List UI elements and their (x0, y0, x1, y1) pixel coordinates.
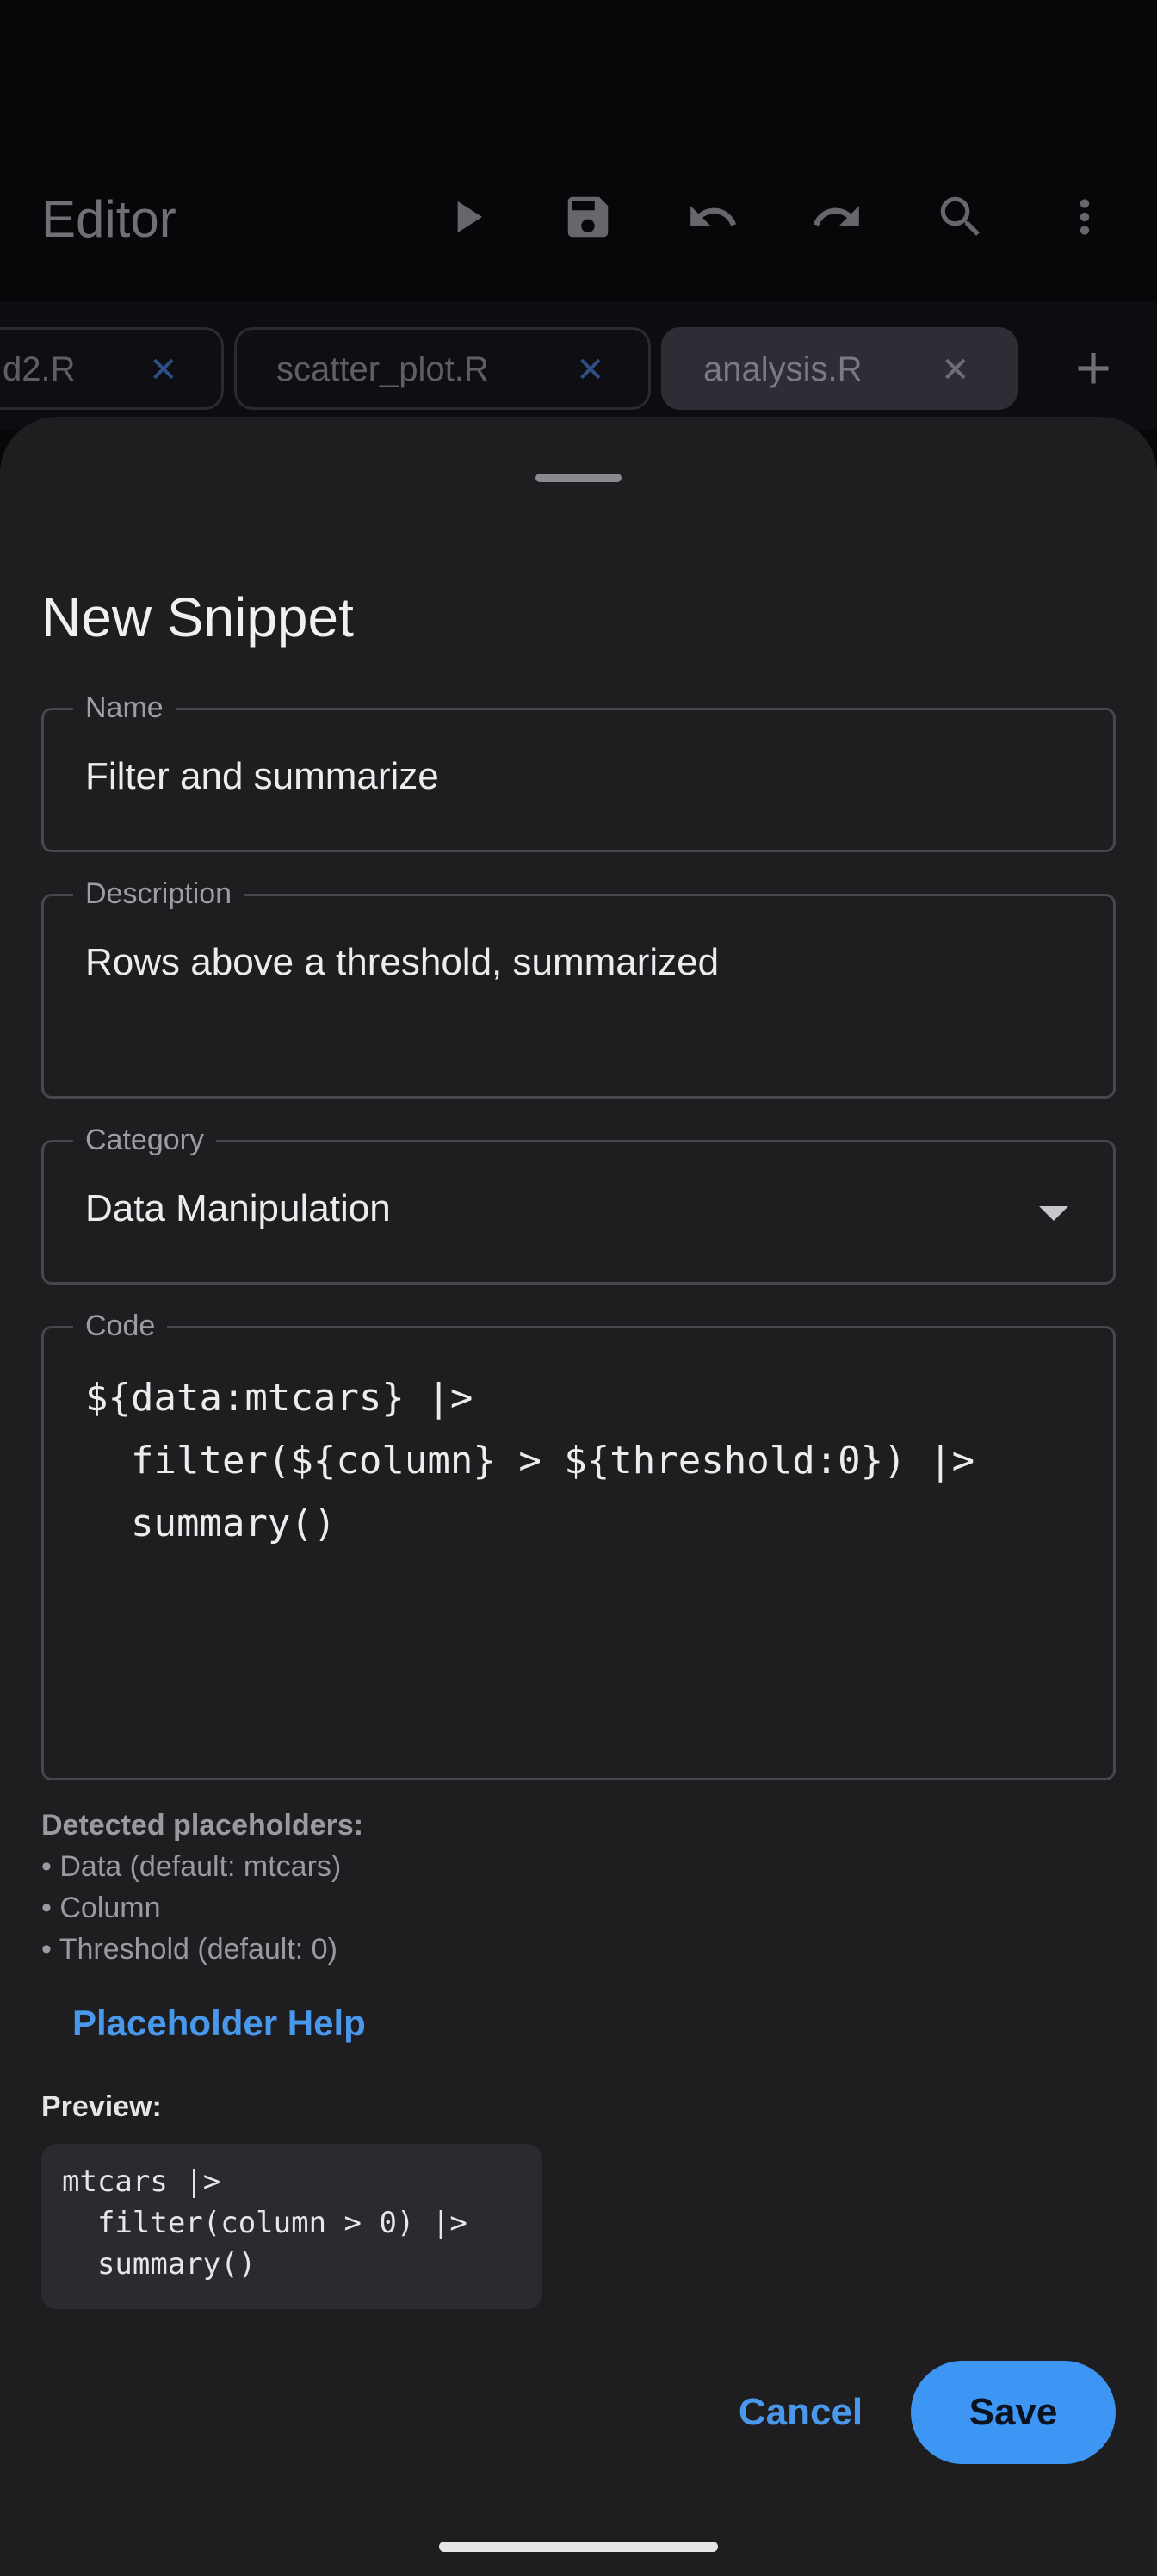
placeholder-item: • Data (default: mtcars) (41, 1850, 342, 1883)
add-tab-icon[interactable]: + (1059, 327, 1128, 410)
category-field-value[interactable]: Data Manipulation (85, 1187, 391, 1230)
close-icon[interactable]: ✕ (149, 350, 178, 390)
tab-d2[interactable]: d2.R ✕ (0, 327, 224, 410)
undo-icon[interactable] (678, 183, 747, 251)
category-dropdown[interactable]: Category Data Manipulation (41, 1118, 1116, 1285)
redo-icon[interactable] (802, 183, 871, 251)
tab-label: analysis.R (703, 350, 863, 388)
code-field-label: Code (73, 1304, 168, 1347)
placeholder-item: • Threshold (default: 0) (41, 1933, 337, 1966)
tab-analysis[interactable]: analysis.R ✕ (661, 327, 1018, 410)
top-app-bar: Editor (0, 138, 1157, 301)
description-field-value[interactable]: Rows above a threshold, summarized (85, 941, 719, 984)
play-icon[interactable] (432, 183, 501, 251)
search-icon[interactable] (926, 183, 995, 251)
app-title: Editor (41, 190, 176, 248)
close-icon[interactable]: ✕ (576, 350, 605, 390)
preview-code: mtcars |> filter(column > 0) |> summary(… (62, 2161, 467, 2285)
cancel-button[interactable]: Cancel (728, 2361, 873, 2464)
sheet-title: New Snippet (41, 586, 354, 648)
placeholder-item: • Column (41, 1892, 161, 1924)
new-snippet-sheet: New Snippet Name Filter and summarize De… (0, 417, 1157, 2576)
code-editor[interactable]: ${data:mtcars} |> filter(${column} > ${t… (85, 1366, 974, 1555)
preview-line: filter(column > 0) |> (62, 2206, 467, 2240)
code-line: filter(${column} > ${threshold:0}) |> (85, 1439, 975, 1483)
description-field[interactable]: Description Rows above a threshold, summ… (41, 872, 1116, 1099)
detected-placeholders: Detected placeholders: • Data (default: … (41, 1805, 363, 1970)
description-field-label: Description (73, 872, 244, 915)
code-line: summary() (85, 1502, 337, 1545)
code-line: ${data:mtcars} |> (85, 1376, 473, 1420)
save-button[interactable]: Save (911, 2361, 1116, 2464)
preview-box: mtcars |> filter(column > 0) |> summary(… (41, 2144, 542, 2309)
name-field-value[interactable]: Filter and summarize (85, 755, 439, 798)
category-field-label: Category (73, 1118, 216, 1161)
preview-label: Preview: (41, 2090, 162, 2123)
code-field[interactable]: Code ${data:mtcars} |> filter(${column} … (41, 1304, 1116, 1780)
save-icon[interactable] (554, 183, 622, 251)
preview-line: summary() (62, 2247, 257, 2282)
close-icon[interactable]: ✕ (941, 350, 970, 390)
name-field-label: Name (73, 686, 176, 729)
name-field[interactable]: Name Filter and summarize (41, 686, 1116, 852)
preview-line: mtcars |> (62, 2164, 221, 2199)
file-tabs: d2.R ✕ scatter_plot.R ✕ analysis.R ✕ + (0, 301, 1157, 430)
home-indicator[interactable] (439, 2542, 718, 2552)
detected-header: Detected placeholders: (41, 1809, 364, 1842)
tab-label: d2.R (3, 350, 76, 388)
placeholder-help-link[interactable]: Placeholder Help (72, 2003, 366, 2044)
more-vert-icon[interactable] (1050, 183, 1119, 251)
drag-handle[interactable] (535, 474, 622, 482)
tab-scatter-plot[interactable]: scatter_plot.R ✕ (234, 327, 651, 410)
chevron-down-icon[interactable] (1039, 1206, 1068, 1221)
tab-label: scatter_plot.R (276, 350, 489, 388)
